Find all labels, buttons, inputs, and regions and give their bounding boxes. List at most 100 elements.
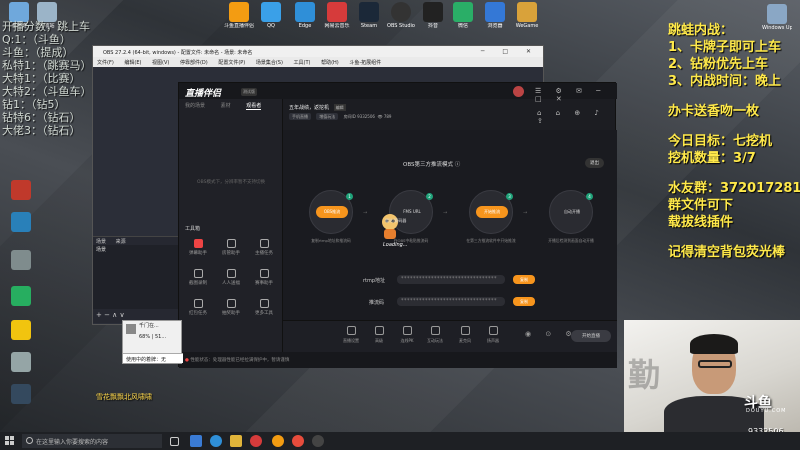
tool-more[interactable]: 更多工具 [249,299,279,316]
menu-profile[interactable]: 配置文件(P) [218,60,245,66]
menu-tools[interactable]: 工具(T) [294,60,311,66]
desktop-icon-wegame[interactable]: WeGame [512,2,542,29]
companion-titlebar[interactable]: 直播伴侣 测试版 ☰ ⚙ ✉ ─ □ ✕ [179,83,617,103]
room-action-icons[interactable]: ⌂ ⌂ ⊕ ♪ ⇪ [537,109,617,125]
scene-control-glyphs[interactable]: + − ∧ ∨ [96,311,125,319]
copy-rtmp-button[interactable]: 复制 [513,275,535,284]
game-icon [430,326,440,335]
help-icon[interactable]: ⓘ [455,162,461,168]
stream-code-field[interactable]: ******************************** [397,297,505,306]
bb-label: 高级 [375,338,383,343]
room-subtag[interactable]: 增值玩法 [316,113,339,120]
tool-label: 房管助手 [222,251,240,256]
advanced-button[interactable]: 高级 [367,326,391,344]
red-app-icon[interactable] [292,435,304,447]
obs-window-controls[interactable]: ─ □ ✕ [481,48,539,55]
desktop-icon-music[interactable]: 网易云音乐 [322,2,352,29]
menu-edit[interactable]: 编辑(E) [124,60,141,66]
obs-titlebar[interactable]: OBS 27.2.4 (64-bit, windows) - 配置文件: 未命名… [93,46,543,57]
desktop-icon-obs[interactable]: OBS Studio [386,2,416,29]
douyu-app-icon[interactable] [272,435,284,447]
tool-gift[interactable]: 人人送福 [216,269,246,286]
tab-viewers[interactable]: 观看者 [246,103,262,110]
mascot-caption: 暖站/赛码器 [385,218,407,223]
step-3[interactable]: 开始推流 3 [469,190,513,234]
bb-label: 扬声器 [487,338,499,343]
menu-file[interactable]: 文件(F) [97,60,114,66]
overlay-line: 大特2：（斗鱼车） [2,85,92,98]
interactive-button[interactable]: 互动玩法 [423,326,447,344]
desktop-icon-browser[interactable]: 浏览器 [480,2,510,29]
desktop-icon-left-3[interactable] [6,250,36,270]
recycle-bin-icon [37,2,57,22]
folder-icon[interactable] [230,435,242,447]
menu-douyu-ext[interactable]: 斗鱼-拓展组件 [349,60,381,66]
live-companion-window[interactable]: 直播伴侣 测试版 ☰ ⚙ ✉ ─ □ ✕ 我的场景 素材 观看者 OBS模式下，… [178,82,617,368]
reminder-line: 记得清空背包荧光棒 [668,245,786,260]
desktop-icon-left-2[interactable] [6,212,36,232]
step-desc: 开播后检测到画面自动开播 [548,238,594,243]
desktop-icon-douyin[interactable]: 抖音 [418,2,448,29]
tool-match[interactable]: 赛事助手 [249,269,279,286]
music-icon[interactable] [250,435,262,447]
task-view-icon[interactable] [170,437,179,446]
room-meta: 手机直播 增值玩法 房间ID 9332506 👁 789 [289,113,391,120]
tool-danmu[interactable]: 弹幕助手 [183,239,213,256]
step-1[interactable]: OBS推流 1 [309,190,353,234]
tool-record[interactable]: 截图录制 [183,269,213,286]
desktop-icon-qq[interactable]: QQ [256,2,286,29]
rtmp-field[interactable]: ******************************** [397,275,505,284]
edge-icon[interactable] [210,435,222,447]
exit-mode-button[interactable]: 退出 [585,158,604,168]
tool-tasks[interactable]: 主播任务 [249,239,279,256]
tab-my-scenes[interactable]: 我的场景 [185,103,205,109]
edit-title-button[interactable]: 编辑 [333,104,346,111]
desktop-icon-left-1[interactable] [6,180,36,200]
pk-button[interactable]: 连线PK [395,326,419,344]
tool-lottery[interactable]: 抽奖助手 [216,299,246,316]
taskbar: 在这里输入你要搜索的内容 [0,432,800,450]
menu-view[interactable]: 视图(V) [152,60,169,66]
music-icon [327,2,347,22]
bb-label: 连线PK [400,338,414,343]
avatar[interactable] [513,86,524,97]
start-live-button[interactable]: 开始直播 [571,330,611,342]
live-settings-button[interactable]: 直播设置 [339,326,363,344]
desktop-icon-left-4[interactable] [6,286,36,306]
rtmp-label: rtmp地址 [363,278,386,284]
desktop-icon-left-7[interactable] [6,384,36,404]
copy-code-button[interactable]: 复制 [513,297,535,306]
task-icon [259,239,269,248]
browser-icon [485,2,505,22]
speaker-button[interactable]: 扬声器 [481,326,505,344]
microphone-button[interactable]: 麦克风 [453,326,477,344]
step-4[interactable]: 自动开播 4 [549,190,593,234]
windows-start-icon[interactable] [5,436,15,446]
menu-docks[interactable]: 停靠部件(D) [180,60,208,66]
step-desc: 在第三方推流软件中开始推流 [466,238,516,243]
desktop-icon-left-6[interactable] [6,352,36,372]
tab-materials[interactable]: 素材 [221,103,231,109]
desktop-icon-edge[interactable]: Edge [290,2,320,29]
desktop-icon-douyu[interactable]: 斗鱼直播伴侣 [224,2,254,29]
desktop-icon-steam[interactable]: Steam [354,2,384,29]
room-category[interactable]: 手机直播 [289,113,311,120]
stream-code-label: 推流码 [369,300,385,306]
scene-row[interactable]: 场景 [93,245,181,253]
desktop-icon-wechat[interactable]: 微信 [448,2,478,29]
menu-scene-collection[interactable]: 场景集合(S) [256,60,283,66]
desktop-icon-left-5[interactable] [6,320,36,340]
tool-redpacket[interactable]: 红包任务 [183,299,213,316]
version-badge: 测试版 [241,88,257,96]
left-stream-overlay: 开播分数，跳上车 Q:1：（斗鱼） 斗鱼：（提成） 私特1：（跳赛马） 大特1：… [2,20,102,137]
menu-help[interactable]: 帮助(H) [321,60,339,66]
taskbar-app-icon[interactable] [190,435,202,447]
app-icon [11,352,31,372]
small-popup-window[interactable]: 千门在... 68% | 51... 使用中的着牌：无 [122,320,183,364]
misc-control-icons[interactable]: ◉ ⊙ ⚙ [525,330,578,338]
taskbar-search[interactable]: 在这里输入你要搜索的内容 [22,434,162,448]
obs-icon[interactable] [312,435,324,447]
pk-icon [402,326,412,335]
tool-room-admin[interactable]: 房管助手 [216,239,246,256]
bb-label: 直播设置 [343,338,359,343]
